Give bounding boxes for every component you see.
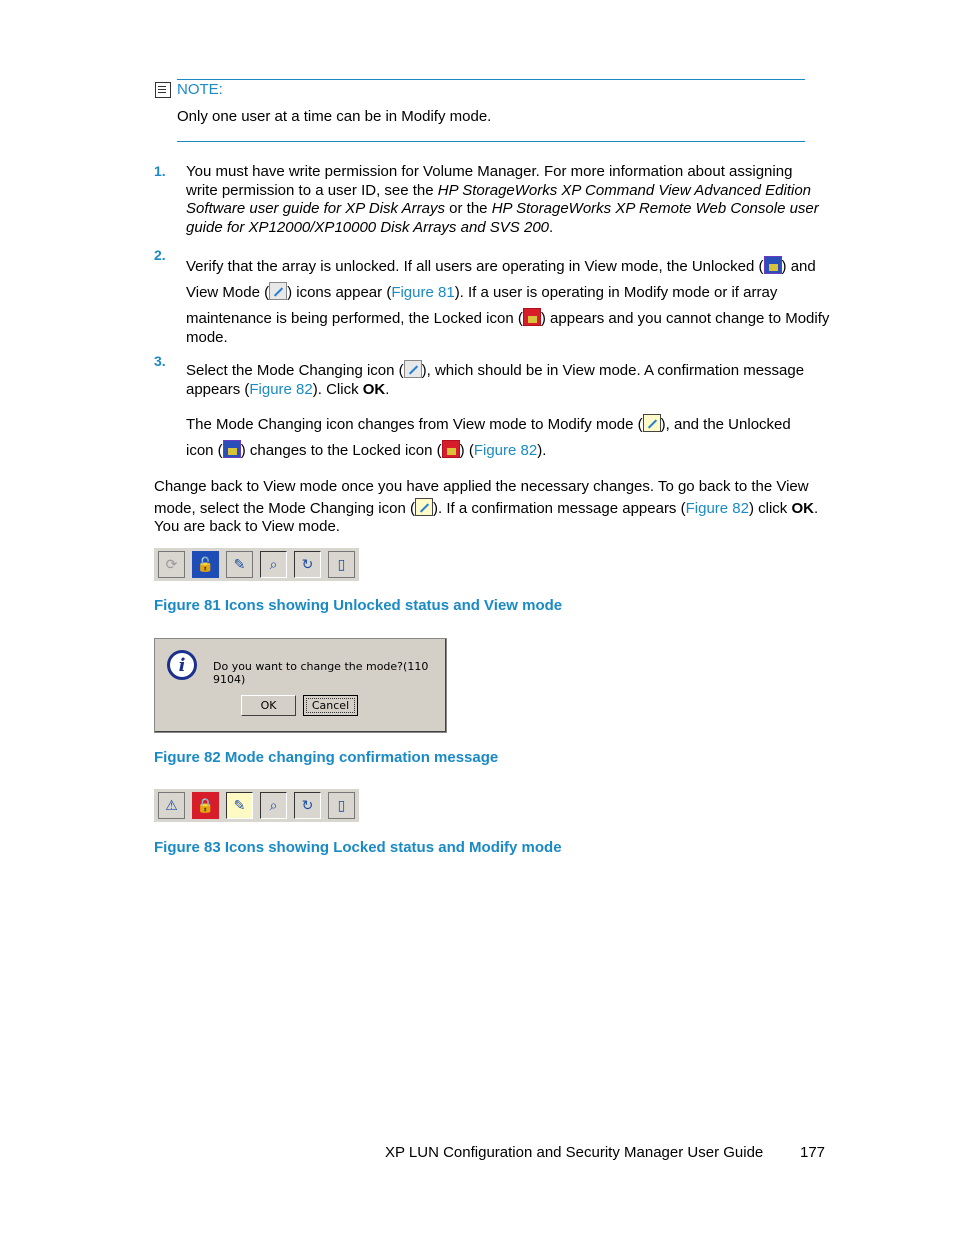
figure-81-caption: Figure 81 Icons showing Unlocked status …: [154, 597, 563, 614]
document-page: NOTE: Only one user at a time can be in …: [0, 0, 954, 1235]
exit-icon[interactable]: ▯: [328, 551, 355, 578]
page-number: 177: [800, 1144, 826, 1161]
step-number: 3.: [154, 353, 166, 369]
search-folder-icon[interactable]: ⌕: [260, 551, 287, 578]
locked-icon: [522, 308, 541, 326]
figure-81-link[interactable]: Figure 81: [391, 284, 454, 301]
view-mode-icon[interactable]: ✎: [226, 551, 253, 578]
cancel-button[interactable]: Cancel: [303, 695, 358, 716]
search-folder-icon[interactable]: ⌕: [260, 792, 287, 819]
refresh-folder-icon[interactable]: ↻: [294, 792, 321, 819]
mode-changing-icon: [403, 360, 422, 378]
dialog-message: Do you want to change the mode?(110 9104…: [213, 660, 429, 686]
footer-title: XP LUN Configuration and Security Manage…: [385, 1144, 764, 1161]
locked-icon: [441, 440, 460, 458]
refresh-folder-icon[interactable]: ↻: [294, 551, 321, 578]
figure-82-caption: Figure 82 Mode changing confirmation mes…: [154, 749, 499, 766]
refresh-warning-icon[interactable]: ⚠: [158, 792, 185, 819]
info-icon: i: [167, 650, 197, 680]
note-icon: [155, 81, 171, 98]
unlocked-icon: [222, 440, 241, 458]
figure-83-toolbar: ⚠ 🔒 ✎ ⌕ ↻ ▯: [154, 789, 359, 822]
unlocked-icon: [763, 256, 782, 274]
note-label: NOTE:: [177, 81, 223, 98]
exit-icon[interactable]: ▯: [328, 792, 355, 819]
note-top-rule: [177, 79, 805, 80]
figure-82-link[interactable]: Figure 82: [249, 381, 312, 398]
locked-icon[interactable]: 🔒: [192, 792, 219, 819]
note-heading: NOTE:: [155, 81, 223, 98]
note-text: Only one user at a time can be in Modify…: [177, 108, 492, 125]
modify-mode-icon: [642, 414, 661, 432]
figure-82-link[interactable]: Figure 82: [686, 500, 749, 517]
modify-mode-icon[interactable]: ✎: [226, 792, 253, 819]
unlocked-icon[interactable]: 🔓: [192, 551, 219, 578]
step-3-text: Select the Mode Changing icon (), which …: [186, 360, 805, 398]
view-mode-icon: [269, 282, 288, 300]
step-2-text: Verify that the array is unlocked. If al…: [186, 256, 830, 346]
figure-83-caption: Figure 83 Icons showing Locked status an…: [154, 839, 562, 856]
refresh-warning-icon[interactable]: ⟳: [158, 551, 185, 578]
figure-82-link[interactable]: Figure 82: [474, 442, 537, 459]
figure-81-toolbar: ⟳ 🔓 ✎ ⌕ ↻ ▯: [154, 548, 359, 581]
note-bottom-rule: [177, 141, 805, 142]
step-1-text: You must have write permission for Volum…: [186, 163, 819, 236]
step-3-result: The Mode Changing icon changes from View…: [186, 414, 791, 459]
step-number: 2.: [154, 247, 166, 263]
step-number: 1.: [154, 163, 166, 179]
return-paragraph: Change back to View mode once you have a…: [154, 478, 819, 535]
confirm-dialog: i Do you want to change the mode?(110 91…: [154, 638, 447, 733]
ok-button[interactable]: OK: [241, 695, 296, 716]
modify-mode-icon: [414, 498, 433, 516]
